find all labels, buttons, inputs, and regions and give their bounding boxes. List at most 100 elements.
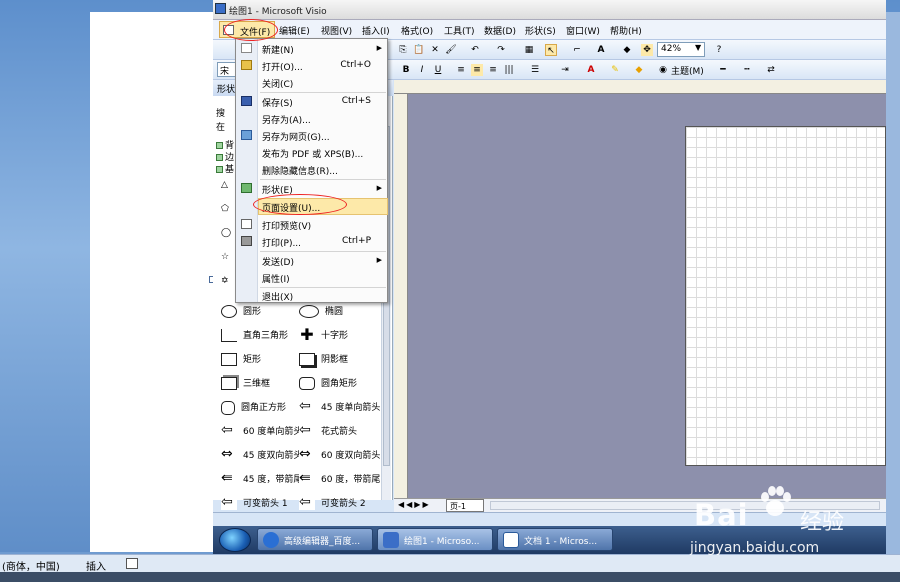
menu-view[interactable]: 视图(V): [321, 24, 352, 37]
shape-rectangle[interactable]: 矩形: [221, 352, 261, 366]
menu-help[interactable]: 帮助(H): [610, 24, 642, 37]
menu-tools[interactable]: 工具(T): [444, 24, 475, 37]
menu-item-close[interactable]: 关闭(C): [262, 77, 293, 90]
text-tool-icon[interactable]: A: [595, 44, 607, 56]
box-3d-icon: [221, 377, 237, 390]
undo-icon[interactable]: ↶: [469, 44, 481, 56]
format-painter-icon[interactable]: 🖌: [445, 44, 457, 56]
page-nav-arrows[interactable]: ◀◀▶▶: [398, 500, 431, 509]
menu-item-remove-hidden[interactable]: 删除隐藏信息(R)...: [262, 164, 338, 177]
window-title: 绘图1 - Microsoft Visio: [229, 7, 327, 17]
menu-item-exit[interactable]: 退出(X): [262, 290, 293, 303]
shape-fancy-arrow[interactable]: ⇦ 花式箭头: [299, 423, 357, 438]
underline-icon[interactable]: U: [432, 64, 444, 76]
menu-edit[interactable]: 编辑(E): [279, 24, 310, 37]
cut-icon[interactable]: ✕: [429, 44, 441, 56]
shape-rounded-rect[interactable]: 圆角矩形: [299, 376, 357, 390]
menu-insert[interactable]: 插入(I): [362, 24, 390, 37]
shape-60-arrow[interactable]: ⇦ 60 度单向箭头: [221, 423, 302, 438]
shape-shadow-box[interactable]: 阴影框: [299, 352, 348, 366]
bold-icon[interactable]: B: [400, 64, 412, 76]
line-weight-icon[interactable]: ━: [717, 64, 729, 76]
pentagon-shape-icon[interactable]: ⬠: [221, 204, 229, 214]
search-shapes-input[interactable]: 在: [216, 120, 225, 133]
shape-rounded-square[interactable]: 圆角正方形: [221, 400, 286, 415]
menu-item-open[interactable]: 打开(O)...: [262, 60, 303, 73]
watermark-url: jingyan.baidu.com: [690, 540, 820, 556]
menu-item-publish-pdf[interactable]: 发布为 PDF 或 XPS(B)...: [262, 147, 363, 160]
menu-item-new[interactable]: 新建(N): [262, 43, 294, 56]
insert-mode[interactable]: 插入: [86, 558, 106, 573]
menu-item-properties[interactable]: 属性(I): [262, 272, 290, 285]
line-pattern-icon[interactable]: ┅: [741, 64, 753, 76]
stencil-basic[interactable]: 基: [216, 162, 234, 175]
star6-shape-icon[interactable]: ✡: [221, 276, 229, 286]
align-left-icon[interactable]: ≡: [455, 64, 467, 76]
theme-button[interactable]: 主题(M): [671, 64, 704, 77]
menu-data[interactable]: 数据(D): [484, 24, 516, 37]
visio-app-icon: [215, 3, 226, 14]
pointer-tool-icon[interactable]: ↖: [545, 44, 557, 56]
menu-item-print-preview[interactable]: 打印预览(V): [262, 219, 311, 232]
shape-ellipse[interactable]: 椭圆: [299, 304, 343, 318]
align-right-icon[interactable]: ≡: [487, 64, 499, 76]
shape-variable-arrow-2[interactable]: ⇦ 可变箭头 2: [299, 495, 366, 510]
windows-start-icon[interactable]: [219, 528, 251, 552]
word-document-page: [90, 12, 214, 552]
shape-45-double-arrow[interactable]: ⇔ 45 度双向箭头: [221, 447, 302, 462]
line-ends-icon[interactable]: ⇄: [765, 64, 777, 76]
shape-45-arrow[interactable]: ⇦ 45 度单向箭头: [299, 399, 380, 414]
justify-icon[interactable]: |||: [503, 64, 515, 76]
shape-variable-arrow-1[interactable]: ⇦ 可变箭头 1: [221, 495, 288, 510]
taskbar-item-editor[interactable]: 高级编辑器_百度...: [257, 528, 373, 551]
shape-60-double-arrow[interactable]: ⇔ 60 度双向箭头: [299, 447, 380, 462]
chevron-down-icon[interactable]: ▼: [695, 43, 701, 52]
font-color-icon[interactable]: A: [585, 64, 597, 76]
menu-separator: [260, 92, 386, 93]
shape-3d-box[interactable]: 三维框: [221, 376, 270, 390]
circle-shape-icon[interactable]: ◯: [221, 228, 231, 238]
taskbar-label: 绘图1 - Microso...: [404, 537, 480, 547]
tab-page-1[interactable]: 页-1: [446, 499, 484, 512]
shape-cross[interactable]: ✚ 十字形: [299, 327, 348, 343]
shape-right-triangle[interactable]: 直角三角形: [221, 328, 288, 342]
align-center-icon[interactable]: ≡: [471, 64, 483, 76]
shape-label: 圆角矩形: [321, 379, 358, 389]
star-shape-icon[interactable]: ☆: [221, 252, 229, 262]
menu-shape[interactable]: 形状(S): [525, 24, 556, 37]
shapes-header-label: 形状: [217, 85, 236, 95]
shape-label: 直角三角形: [243, 331, 289, 341]
drawing-page[interactable]: [685, 126, 886, 466]
arrow-left-icon: ⇦: [299, 399, 315, 414]
copy-icon[interactable]: ⎘: [397, 44, 409, 56]
menu-item-save-as-web[interactable]: 另存为网页(G)...: [262, 130, 330, 143]
redo-icon[interactable]: ↷: [495, 44, 507, 56]
menu-format[interactable]: 格式(O): [401, 24, 433, 37]
menu-window[interactable]: 窗口(W): [566, 24, 600, 37]
menu-item-print[interactable]: 打印(P)...: [262, 236, 301, 249]
shapes-icon[interactable]: ▦: [523, 44, 535, 56]
fill-color-icon[interactable]: ◆: [633, 64, 645, 76]
menu-gutter: [236, 39, 258, 302]
taskbar-item-word[interactable]: 文档 1 - Micros...: [497, 528, 613, 551]
connector-tool-icon[interactable]: ⌐: [571, 44, 583, 56]
menu-item-send[interactable]: 发送(D): [262, 255, 294, 268]
triangle-shape-icon[interactable]: △: [221, 180, 228, 190]
shape-45-tail-arrow[interactable]: ⇚ 45 度，带箭尾: [221, 471, 302, 486]
bullets-icon[interactable]: ☰: [529, 64, 541, 76]
shape-label: 可变箭头 2: [321, 499, 366, 509]
fill-icon[interactable]: ◆: [621, 44, 633, 56]
line-color-icon[interactable]: ✎: [609, 64, 621, 76]
menu-item-save-as[interactable]: 另存为(A)...: [262, 113, 311, 126]
taskbar-item-visio[interactable]: 绘图1 - Microso...: [377, 528, 493, 551]
shape-60-tail-arrow[interactable]: ⇚ 60 度，带箭尾: [299, 471, 380, 486]
layout-icon[interactable]: [126, 558, 138, 569]
paste-icon[interactable]: 📋: [413, 44, 425, 56]
shape-circle[interactable]: 圆形: [221, 304, 261, 318]
pan-zoom-icon[interactable]: ✥: [641, 44, 653, 56]
indent-icon[interactable]: ⇥: [559, 64, 571, 76]
menu-item-save[interactable]: 保存(S): [262, 96, 293, 109]
italic-icon[interactable]: I: [416, 64, 428, 76]
theme-icon[interactable]: ◉: [657, 64, 669, 76]
help-icon[interactable]: ?: [713, 44, 725, 56]
